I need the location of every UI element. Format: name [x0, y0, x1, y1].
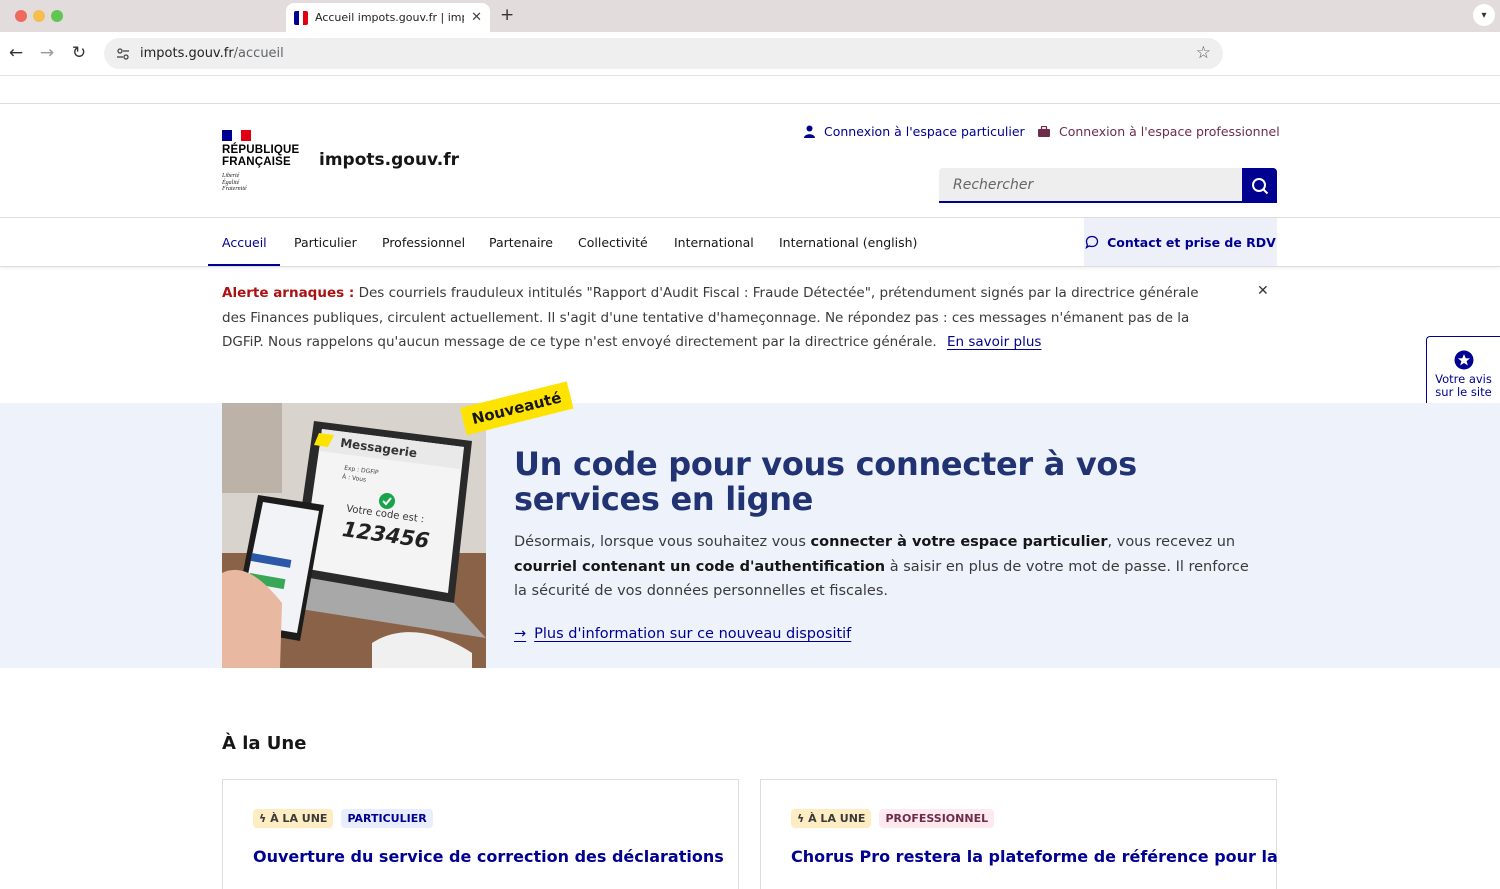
- alert-title: Alerte arnaques :: [222, 285, 355, 301]
- tab-title: Accueil impots.gouv.fr | impots.gouv.fr: [315, 11, 464, 24]
- hero-description: Désormais, lorsque vous souhaitez vous c…: [514, 530, 1254, 604]
- hero-image: Messagerie Exp : DGFiP À : Vous Votre co…: [222, 403, 486, 668]
- browser-tab[interactable]: Accueil impots.gouv.fr | impots.gouv.fr …: [286, 3, 490, 32]
- tab-menu-button[interactable]: ▾: [1473, 4, 1495, 26]
- rf-line2: FRANÇAISE: [222, 156, 291, 168]
- hero-title: Un code pour vous connecter à vos servic…: [514, 447, 1137, 517]
- site-name[interactable]: impots.gouv.fr: [319, 150, 459, 170]
- url-host: impots.gouv.fr: [140, 46, 234, 61]
- contact-rdv-label: Contact et prise de RDV: [1107, 234, 1276, 250]
- search-input[interactable]: Rechercher: [939, 168, 1242, 203]
- rf-line1: RÉPUBLIQUE: [222, 144, 300, 156]
- close-alert-icon[interactable]: ✕: [1257, 283, 1269, 299]
- briefcase-icon: [1038, 126, 1050, 137]
- hero-text-bold1: connecter à votre espace particulier: [810, 534, 1108, 550]
- page-top-strip: [0, 77, 1500, 104]
- browser-tabbar: Accueil impots.gouv.fr | impots.gouv.fr …: [0, 0, 1500, 32]
- news-card-title[interactable]: Chorus Pro restera la plateforme de réfé…: [791, 847, 1278, 866]
- bookmark-star-icon[interactable]: ☆: [1196, 43, 1211, 63]
- devise-fraternite: Fraternité: [222, 186, 247, 192]
- feedback-line1: Votre avis: [1435, 371, 1492, 386]
- main-navigation: Accueil Particulier Professionnel Parten…: [0, 218, 1500, 267]
- tag-professionnel: PROFESSIONNEL: [879, 809, 995, 828]
- chat-bubble-icon: [1085, 235, 1099, 249]
- tag-particulier: PARTICULIER: [341, 809, 433, 828]
- minimize-window-button[interactable]: [33, 10, 45, 22]
- hero-link-label: Plus d'information sur ce nouveau dispos…: [534, 626, 852, 642]
- a-la-une-title: À la Une: [222, 733, 307, 754]
- connect-pro-link[interactable]: Connexion à l'espace professionnel: [1038, 124, 1280, 139]
- connect-particulier-label: Connexion à l'espace particulier: [824, 124, 1025, 139]
- feedback-button[interactable]: Votre avis sur le site: [1426, 336, 1500, 412]
- connect-pro-label: Connexion à l'espace professionnel: [1059, 124, 1280, 139]
- reload-button[interactable]: ↻: [69, 43, 89, 63]
- hero-title-line1: Un code pour vous connecter à vos: [514, 445, 1137, 483]
- lightning-icon: ϟ: [797, 812, 809, 825]
- nav-collectivite[interactable]: Collectivité: [578, 218, 648, 266]
- search-bar: Rechercher: [939, 168, 1277, 203]
- maximize-window-button[interactable]: [51, 10, 63, 22]
- forward-button[interactable]: →: [37, 43, 57, 63]
- alert-learn-more-link[interactable]: En savoir plus: [947, 334, 1041, 350]
- nav-international[interactable]: International: [674, 218, 754, 266]
- hero-title-line2: services en ligne: [514, 480, 814, 518]
- lightning-icon: ϟ: [259, 812, 271, 825]
- nav-accueil[interactable]: Accueil: [222, 218, 267, 266]
- nav-partenaire[interactable]: Partenaire: [489, 218, 553, 266]
- search-icon: [1251, 177, 1268, 194]
- news-card-professionnel[interactable]: ϟ À LA UNE PROFESSIONNEL Chorus Pro rest…: [760, 779, 1278, 889]
- feedback-line2: sur le site: [1435, 384, 1492, 399]
- back-button[interactable]: ←: [6, 43, 26, 63]
- arrow-right-icon: →: [514, 626, 527, 642]
- contact-rdv-button[interactable]: Contact et prise de RDV: [1084, 218, 1277, 266]
- scam-alert: Alerte arnaques : Des courriels fraudule…: [222, 281, 1222, 355]
- tag-a-la-une: ϟ À LA UNE: [253, 809, 334, 828]
- search-button[interactable]: [1242, 168, 1277, 203]
- news-card-title[interactable]: Ouverture du service de correction des d…: [253, 847, 724, 866]
- browser-toolbar: ← → ↻ impots.gouv.fr/accueil ☆: [0, 32, 1500, 76]
- close-tab-icon[interactable]: ✕: [471, 10, 482, 25]
- nav-professionnel[interactable]: Professionnel: [382, 218, 465, 266]
- address-bar[interactable]: impots.gouv.fr/accueil ☆: [104, 38, 1223, 69]
- hero-text-bold2: courriel contenant un code d'authentific…: [514, 558, 886, 575]
- user-icon: [804, 125, 815, 138]
- alert-text: Des courriels frauduleux intitulés "Rapp…: [222, 285, 1199, 350]
- nav-international-english[interactable]: International (english): [779, 218, 917, 266]
- hero-text-1: Désormais, lorsque vous souhaitez vous: [514, 534, 811, 550]
- republique-francaise-logo[interactable]: RÉPUBLIQUE FRANÇAISE Liberté Égalité Fra…: [222, 130, 299, 193]
- star-icon: [1454, 350, 1473, 369]
- site-info-icon[interactable]: [116, 47, 130, 61]
- url-path: /accueil: [233, 46, 284, 61]
- close-window-button[interactable]: [15, 10, 27, 22]
- site-header: RÉPUBLIQUE FRANÇAISE Liberté Égalité Fra…: [0, 104, 1500, 218]
- marianne-flag-icon: [222, 130, 251, 141]
- new-tab-button[interactable]: +: [500, 5, 514, 25]
- favicon-icon: [294, 10, 308, 25]
- tag-a-la-une: ϟ À LA UNE: [791, 809, 872, 828]
- connect-particulier-link[interactable]: Connexion à l'espace particulier: [804, 124, 1025, 139]
- active-nav-indicator: [208, 264, 280, 266]
- hero-text-2: , vous recevez un: [1107, 534, 1236, 550]
- hero-more-info-link[interactable]: → Plus d'information sur ce nouveau disp…: [514, 626, 851, 642]
- nav-particulier[interactable]: Particulier: [294, 218, 357, 266]
- news-card-particulier[interactable]: ϟ À LA UNE PARTICULIER Ouverture du serv…: [222, 779, 739, 889]
